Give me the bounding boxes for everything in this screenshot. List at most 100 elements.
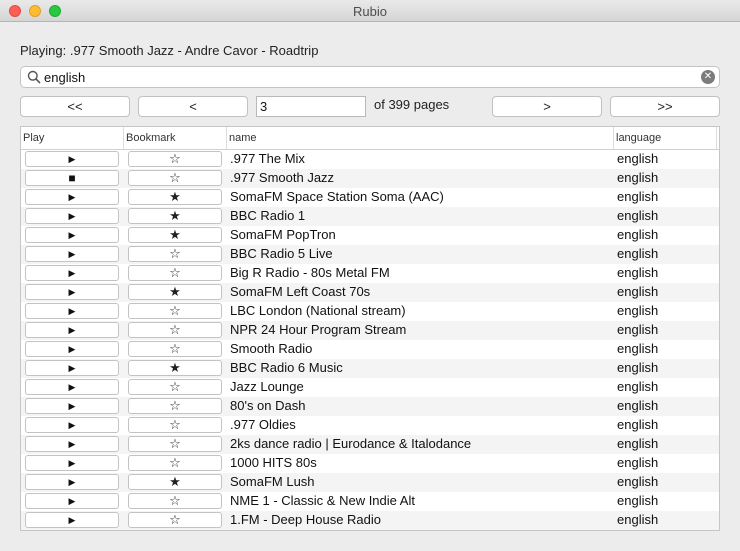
bookmark-button[interactable]: ★: [128, 208, 222, 224]
station-language: english: [617, 170, 659, 185]
bookmark-button[interactable]: ☆: [128, 398, 222, 414]
station-language: english: [617, 379, 659, 394]
bookmark-button[interactable]: ☆: [128, 341, 222, 357]
play-button[interactable]: ▶: [25, 474, 119, 490]
play-button[interactable]: ▶: [25, 208, 119, 224]
table-row[interactable]: ▶ ★ BBC Radio 6 Music english: [21, 359, 719, 378]
table-row[interactable]: ▶ ☆ BBC Radio 5 Live english: [21, 245, 719, 264]
play-button[interactable]: ▶: [25, 455, 119, 471]
previous-page-button[interactable]: <: [138, 96, 248, 117]
play-button[interactable]: ▶: [25, 360, 119, 376]
table-row[interactable]: ▶ ★ SomaFM Left Coast 70s english: [21, 283, 719, 302]
play-button[interactable]: ▶: [25, 493, 119, 509]
bookmark-button[interactable]: ☆: [128, 246, 222, 262]
table-row[interactable]: ▶ ★ SomaFM Space Station Soma (AAC) english: [21, 188, 719, 207]
play-button[interactable]: ▶: [25, 189, 119, 205]
bookmark-button[interactable]: ☆: [128, 455, 222, 471]
search-input[interactable]: [44, 69, 694, 85]
station-name: NME 1 - Classic & New Indie Alt: [230, 493, 415, 508]
table-row[interactable]: ▶ ★ SomaFM PopTron english: [21, 226, 719, 245]
bookmark-button[interactable]: ☆: [128, 379, 222, 395]
bookmark-button[interactable]: ☆: [128, 417, 222, 433]
column-header-language[interactable]: language: [614, 127, 717, 149]
play-icon: ▶: [68, 287, 76, 297]
column-header-bookmark[interactable]: Bookmark: [124, 127, 227, 149]
table-row[interactable]: ▶ ☆ Jazz Lounge english: [21, 378, 719, 397]
table-row[interactable]: ▶ ☆ Big R Radio - 80s Metal FM english: [21, 264, 719, 283]
table-row[interactable]: ▶ ★ BBC Radio 1 english: [21, 207, 719, 226]
star-filled-icon: ★: [169, 208, 181, 223]
play-button[interactable]: ■: [25, 170, 119, 186]
table-row[interactable]: ▶ ★ SomaFM Lush english: [21, 473, 719, 492]
bookmark-button[interactable]: ☆: [128, 512, 222, 528]
page-count-label: of 399 pages: [374, 97, 450, 112]
table-row[interactable]: ■ ☆ .977 Smooth Jazz english: [21, 169, 719, 188]
station-name: 2ks dance radio | Eurodance & Italodance: [230, 436, 472, 451]
page-number-input[interactable]: [256, 96, 366, 117]
play-button[interactable]: ▶: [25, 512, 119, 528]
station-language: english: [617, 151, 659, 166]
play-icon: ▶: [68, 420, 76, 430]
star-filled-icon: ★: [169, 227, 181, 242]
play-button[interactable]: ▶: [25, 417, 119, 433]
column-header-name[interactable]: name: [227, 127, 614, 149]
bookmark-button[interactable]: ☆: [128, 303, 222, 319]
play-button[interactable]: ▶: [25, 284, 119, 300]
star-outline-icon: ☆: [169, 246, 181, 261]
bookmark-button[interactable]: ☆: [128, 493, 222, 509]
column-header-play[interactable]: Play: [21, 127, 124, 149]
play-button[interactable]: ▶: [25, 151, 119, 167]
table-row[interactable]: ▶ ☆ Smooth Radio english: [21, 340, 719, 359]
play-button[interactable]: ▶: [25, 398, 119, 414]
bookmark-button[interactable]: ☆: [128, 265, 222, 281]
play-icon: ▶: [68, 458, 76, 468]
bookmark-button[interactable]: ★: [128, 474, 222, 490]
table-row[interactable]: ▶ ☆ NME 1 - Classic & New Indie Alt english: [21, 492, 719, 511]
first-page-button[interactable]: <<: [20, 96, 130, 117]
play-icon: ▶: [68, 401, 76, 411]
station-language: english: [617, 436, 659, 451]
table-row[interactable]: ▶ ☆ 1000 HITS 80s english: [21, 454, 719, 473]
play-button[interactable]: ▶: [25, 341, 119, 357]
play-button[interactable]: ▶: [25, 246, 119, 262]
bookmark-button[interactable]: ★: [128, 189, 222, 205]
clear-search-icon[interactable]: ✕: [701, 70, 715, 84]
title-bar: Rubio: [0, 0, 740, 22]
play-button[interactable]: ▶: [25, 379, 119, 395]
station-name: SomaFM Left Coast 70s: [230, 284, 371, 299]
play-button[interactable]: ▶: [25, 436, 119, 452]
play-button[interactable]: ▶: [25, 322, 119, 338]
play-icon: ▶: [68, 230, 76, 240]
table-row[interactable]: ▶ ☆ .977 Oldies english: [21, 416, 719, 435]
last-page-button[interactable]: >>: [610, 96, 720, 117]
star-outline-icon: ☆: [169, 379, 181, 394]
table-row[interactable]: ▶ ☆ 1.FM - Deep House Radio english: [21, 511, 719, 530]
bookmark-button[interactable]: ★: [128, 284, 222, 300]
station-language: english: [617, 303, 659, 318]
table-row[interactable]: ▶ ☆ .977 The Mix english: [21, 150, 719, 169]
bookmark-button[interactable]: ☆: [128, 322, 222, 338]
play-icon: ▶: [68, 154, 76, 164]
play-icon: ▶: [68, 344, 76, 354]
station-language: english: [617, 360, 659, 375]
star-outline-icon: ☆: [169, 512, 181, 527]
search-field[interactable]: ✕: [20, 66, 720, 88]
star-outline-icon: ☆: [169, 170, 181, 185]
next-page-button[interactable]: >: [492, 96, 602, 117]
table-row[interactable]: ▶ ☆ 2ks dance radio | Eurodance & Italodan…: [21, 435, 719, 454]
bookmark-button[interactable]: ★: [128, 227, 222, 243]
star-filled-icon: ★: [169, 474, 181, 489]
station-language: english: [617, 455, 659, 470]
play-button[interactable]: ▶: [25, 303, 119, 319]
play-button[interactable]: ▶: [25, 265, 119, 281]
bookmark-button[interactable]: ☆: [128, 151, 222, 167]
table-row[interactable]: ▶ ☆ NPR 24 Hour Program Stream english: [21, 321, 719, 340]
bookmark-button[interactable]: ★: [128, 360, 222, 376]
play-button[interactable]: ▶: [25, 227, 119, 243]
station-name: .977 Smooth Jazz: [230, 170, 335, 185]
bookmark-button[interactable]: ☆: [128, 170, 222, 186]
table-row[interactable]: ▶ ☆ LBC London (National stream) english: [21, 302, 719, 321]
bookmark-button[interactable]: ☆: [128, 436, 222, 452]
stop-icon: ■: [68, 171, 76, 185]
table-row[interactable]: ▶ ☆ 80's on Dash english: [21, 397, 719, 416]
